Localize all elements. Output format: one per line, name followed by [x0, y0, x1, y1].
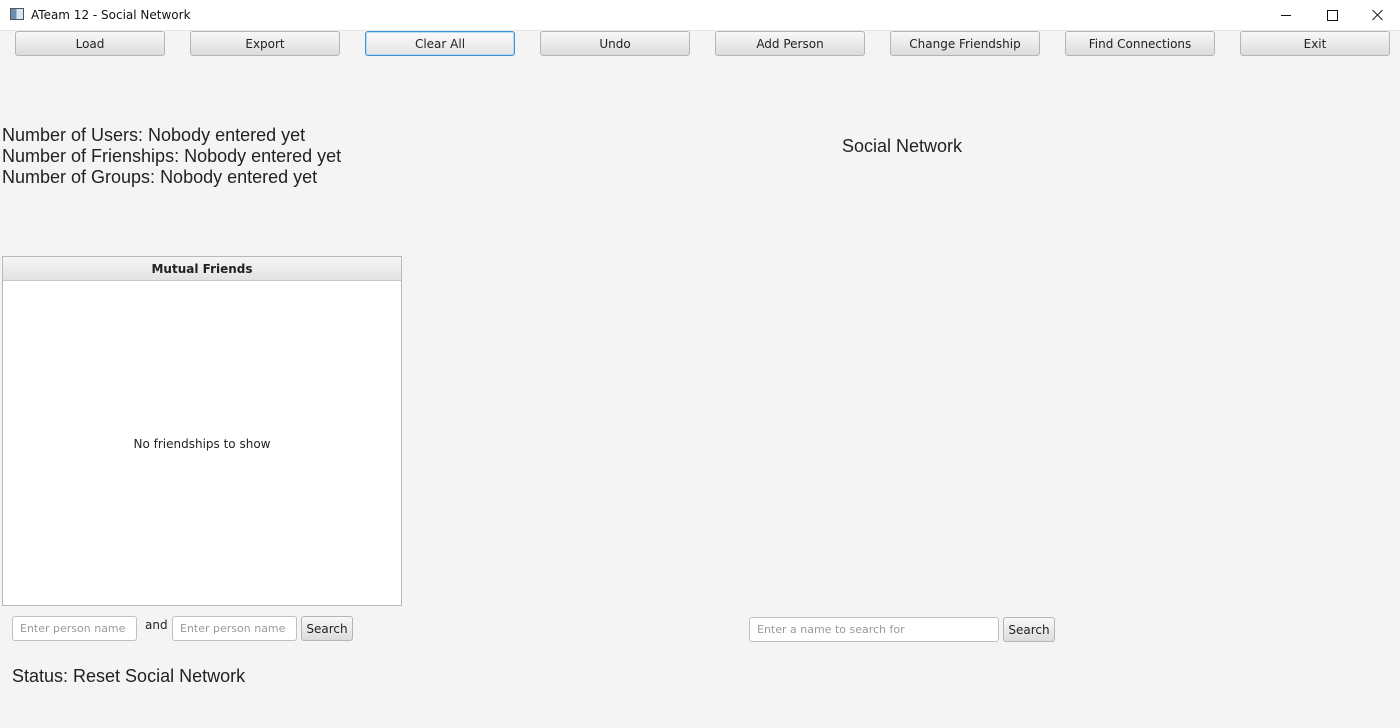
status-label: Status: Reset Social Network: [12, 666, 246, 686]
window-title: ATeam 12 - Social Network: [31, 8, 191, 22]
clear-all-button[interactable]: Clear All: [365, 31, 515, 56]
app-window-icon: [10, 8, 24, 20]
name-search-input[interactable]: [749, 617, 999, 642]
find-connections-button[interactable]: Find Connections: [1065, 31, 1215, 56]
load-button[interactable]: Load: [15, 31, 165, 56]
add-person-button[interactable]: Add Person: [715, 31, 865, 56]
undo-button[interactable]: Undo: [540, 31, 690, 56]
minimize-button[interactable]: [1263, 0, 1309, 30]
close-icon: [1372, 9, 1384, 21]
name-search-button[interactable]: Search: [1003, 617, 1055, 642]
users-count-label: Number of Users: Nobody entered yet: [2, 125, 306, 145]
maximize-button[interactable]: [1309, 0, 1355, 30]
app-window: ATeam 12 - Social Network Load Export Cl…: [0, 0, 1400, 728]
change-friendship-button[interactable]: Change Friendship: [890, 31, 1040, 56]
export-button[interactable]: Export: [190, 31, 340, 56]
mutual-friends-header[interactable]: Mutual Friends: [3, 257, 401, 281]
maximize-icon: [1326, 9, 1338, 21]
exit-button[interactable]: Exit: [1240, 31, 1390, 56]
person2-name-input[interactable]: [172, 616, 297, 641]
and-label: and: [145, 618, 168, 632]
groups-count-label: Number of Groups: Nobody entered yet: [2, 167, 318, 187]
title-bar: ATeam 12 - Social Network: [0, 0, 1400, 31]
close-window-button[interactable]: [1355, 0, 1400, 30]
social-network-title: Social Network: [842, 136, 963, 156]
person1-name-input[interactable]: [12, 616, 137, 641]
empty-table-message: No friendships to show: [133, 437, 271, 451]
mutual-search-button[interactable]: Search: [301, 616, 353, 641]
minimize-icon: [1281, 14, 1291, 16]
mutual-friends-table[interactable]: Mutual Friends No friendships to show: [2, 256, 402, 606]
friendships-count-label: Number of Frienships: Nobody entered yet: [2, 146, 342, 166]
